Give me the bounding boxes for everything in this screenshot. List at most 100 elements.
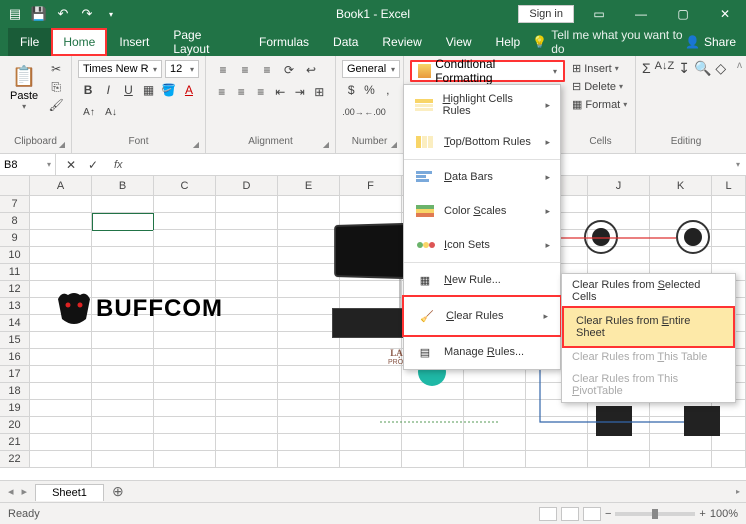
cell[interactable]	[30, 230, 92, 247]
cell[interactable]	[278, 400, 340, 417]
row-head[interactable]: 12	[0, 281, 30, 298]
cell[interactable]	[278, 417, 340, 434]
cell[interactable]	[464, 383, 526, 400]
row-head[interactable]: 21	[0, 434, 30, 451]
cell[interactable]	[154, 451, 216, 468]
cell[interactable]	[278, 230, 340, 247]
cell[interactable]	[154, 349, 216, 366]
cell[interactable]	[278, 315, 340, 332]
cell[interactable]	[30, 349, 92, 366]
row-head[interactable]: 19	[0, 400, 30, 417]
cell[interactable]	[712, 213, 746, 230]
cell[interactable]	[464, 400, 526, 417]
merge-center-icon[interactable]: ⊞	[310, 82, 330, 102]
cf-new-rule[interactable]: ▦ New Rule...	[404, 262, 560, 297]
italic-button[interactable]: I	[98, 80, 118, 100]
cell[interactable]	[92, 213, 154, 231]
tab-view[interactable]: View	[434, 28, 484, 56]
cell[interactable]	[402, 434, 464, 451]
cell[interactable]	[154, 383, 216, 400]
undo-icon[interactable]: ↶	[52, 3, 74, 25]
cell[interactable]	[588, 434, 650, 451]
col-head[interactable]: E	[278, 176, 340, 196]
sort-filter-icon[interactable]: A↓Z	[655, 60, 675, 77]
cell[interactable]	[402, 451, 464, 468]
cell[interactable]	[216, 247, 278, 264]
align-bottom-icon[interactable]: ≡	[256, 60, 278, 80]
zoom-in-icon[interactable]: +	[699, 508, 705, 520]
cancel-formula-icon[interactable]: ✕	[60, 155, 82, 175]
cells-delete-button[interactable]: ⊟Delete▾	[572, 78, 629, 95]
cut-icon[interactable]: ✂	[46, 60, 66, 78]
cf-highlight-rules[interactable]: Highlight Cells Rules ▸	[404, 85, 560, 125]
cell[interactable]	[278, 451, 340, 468]
col-head[interactable]: F	[340, 176, 402, 196]
cell[interactable]	[216, 298, 278, 315]
increase-decimal-icon[interactable]: .00→	[342, 102, 364, 122]
cell[interactable]	[216, 264, 278, 281]
cell[interactable]	[650, 434, 712, 451]
number-format-select[interactable]: General▾	[342, 60, 400, 78]
cell[interactable]	[278, 366, 340, 383]
col-head[interactable]: C	[154, 176, 216, 196]
format-painter-icon[interactable]: 🖌	[46, 96, 66, 114]
cell[interactable]	[464, 417, 526, 434]
align-right-icon[interactable]: ≡	[251, 82, 271, 102]
tab-help[interactable]: Help	[484, 28, 533, 56]
page-break-view-icon[interactable]	[583, 507, 601, 521]
grow-font-icon[interactable]: A↑	[78, 102, 100, 122]
row-head[interactable]: 22	[0, 451, 30, 468]
cell[interactable]	[92, 264, 154, 281]
cf-top-bottom-rules[interactable]: Top/Bottom Rules ▸	[404, 125, 560, 159]
fill-color-button[interactable]: 🪣	[159, 80, 179, 100]
cell[interactable]	[92, 451, 154, 468]
cell[interactable]	[278, 264, 340, 281]
close-icon[interactable]: ✕	[708, 3, 742, 25]
cell[interactable]	[92, 349, 154, 366]
tab-home[interactable]: Home	[51, 28, 107, 56]
row-head[interactable]: 8	[0, 213, 30, 230]
paste-button[interactable]: 📋 Paste ▾	[6, 60, 42, 113]
new-sheet-button[interactable]: ⊕	[104, 483, 132, 500]
cell[interactable]	[216, 417, 278, 434]
cell[interactable]	[402, 417, 464, 434]
expand-formula-icon[interactable]: ▾	[736, 160, 746, 169]
cell[interactable]	[712, 434, 746, 451]
cell[interactable]	[278, 349, 340, 366]
cell[interactable]	[278, 434, 340, 451]
cell[interactable]	[340, 400, 402, 417]
underline-button[interactable]: U	[118, 80, 138, 100]
enter-formula-icon[interactable]: ✓	[82, 155, 104, 175]
cell[interactable]	[154, 434, 216, 451]
name-box[interactable]: B8▾	[0, 154, 56, 175]
cell[interactable]	[30, 366, 92, 383]
col-head[interactable]: D	[216, 176, 278, 196]
cell[interactable]	[216, 230, 278, 247]
cell[interactable]	[278, 196, 340, 213]
cell[interactable]	[278, 247, 340, 264]
cell[interactable]	[526, 451, 588, 468]
cell[interactable]	[216, 315, 278, 332]
col-head[interactable]: K	[650, 176, 712, 196]
cell[interactable]	[278, 332, 340, 349]
orientation-icon[interactable]: ⟳	[278, 60, 300, 80]
cell[interactable]	[154, 230, 216, 247]
cell[interactable]	[712, 196, 746, 213]
cell[interactable]	[30, 451, 92, 468]
cell[interactable]	[526, 417, 588, 434]
row-head[interactable]: 16	[0, 349, 30, 366]
share-button[interactable]: 👤 Share	[685, 35, 736, 49]
select-all-corner[interactable]	[0, 176, 30, 196]
cell[interactable]	[402, 400, 464, 417]
zoom-level[interactable]: 100%	[710, 508, 738, 520]
accounting-format-icon[interactable]: $	[342, 80, 360, 100]
tab-data[interactable]: Data	[321, 28, 370, 56]
ribbon-options-icon[interactable]: ▭	[582, 3, 616, 25]
row-head[interactable]: 15	[0, 332, 30, 349]
comma-format-icon[interactable]: ,	[379, 80, 397, 100]
cell[interactable]	[154, 417, 216, 434]
tab-insert[interactable]: Insert	[107, 28, 161, 56]
collapse-ribbon-icon[interactable]: ʌ	[737, 60, 742, 71]
conditional-formatting-button[interactable]: Conditional Formatting ▾	[410, 60, 565, 82]
cell[interactable]	[30, 417, 92, 434]
